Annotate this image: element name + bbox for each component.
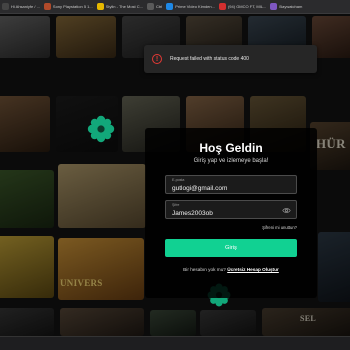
email-input[interactable] [172,184,284,193]
bookmark-site-icon [96,3,104,10]
bookmark-item[interactable]: (94) GMCO FT, MIL... [218,1,267,12]
bookmark-item[interactable]: Hi Ahsaniyfe / ... [2,1,40,12]
bookmarks-bar: Hi Ahsaniyfe / ... Sony Playstation 5 1.… [0,0,350,14]
password-field[interactable]: Şifre [165,200,297,219]
no-account-text: Bir hesabın yok mu? [183,267,226,272]
error-toast: ! Request failed with status code 400 [144,45,317,73]
bookmark-item[interactable]: Sony Playstation 5 1... [43,1,93,12]
bookmark-label: Stylin - The Most C... [105,4,143,9]
bookmark-label: Hi Ahsaniyfe / ... [11,4,40,9]
bookmark-item[interactable]: Prime Video Kimden... [166,1,215,12]
bookmark-site-icon [166,3,174,10]
password-label: Şifre [172,203,180,207]
bookmark-site-icon [147,3,154,10]
login-title: Hoş Geldin [199,141,263,155]
forgot-password-link[interactable]: Şifreni mi unuttun? [262,225,297,230]
signup-link[interactable]: Ücretsiz Hesap Oluştur [227,267,279,272]
toast-message: Request failed with status code 400 [170,56,249,62]
app-root: Hi Ahsaniyfe / ... Sony Playstation 5 1.… [0,0,350,350]
email-field[interactable]: E-posta [165,175,297,194]
bookmark-x-icon [2,3,9,10]
bookmark-item[interactable]: Stylin - The Most C... [96,1,143,12]
signup-prompt: Bir hesabın yok mu? Ücretsiz Hesap Oluşt… [145,267,317,272]
bookmark-label: Sony Playstation 5 1... [52,4,93,9]
login-subtitle: Giriş yap ve izlemeye başla! [193,158,269,164]
brand-logo-icon [87,115,115,143]
bookmark-label: Prime Video Kimden... [175,4,215,9]
eye-icon[interactable] [282,206,291,215]
taskbar [0,336,350,350]
bookmark-label: Baywatcham [279,4,303,9]
bookmark-item[interactable]: Baywatcham [270,1,302,12]
bookmark-label: Ctrl [156,4,163,9]
bookmark-site-icon [270,3,278,10]
bookmark-site-icon [43,3,51,10]
bookmark-site-icon [218,3,226,10]
email-label: E-posta [172,178,185,182]
bookmark-label: (94) GMCO FT, MIL... [227,4,267,9]
exclamation-circle-icon: ! [152,54,162,64]
bookmark-item[interactable]: Ctrl [147,1,162,12]
password-input[interactable] [172,209,284,218]
login-card: Hoş Geldin Giriş yap ve izlemeye başla! … [145,128,317,298]
login-button[interactable]: Giriş [165,239,297,257]
